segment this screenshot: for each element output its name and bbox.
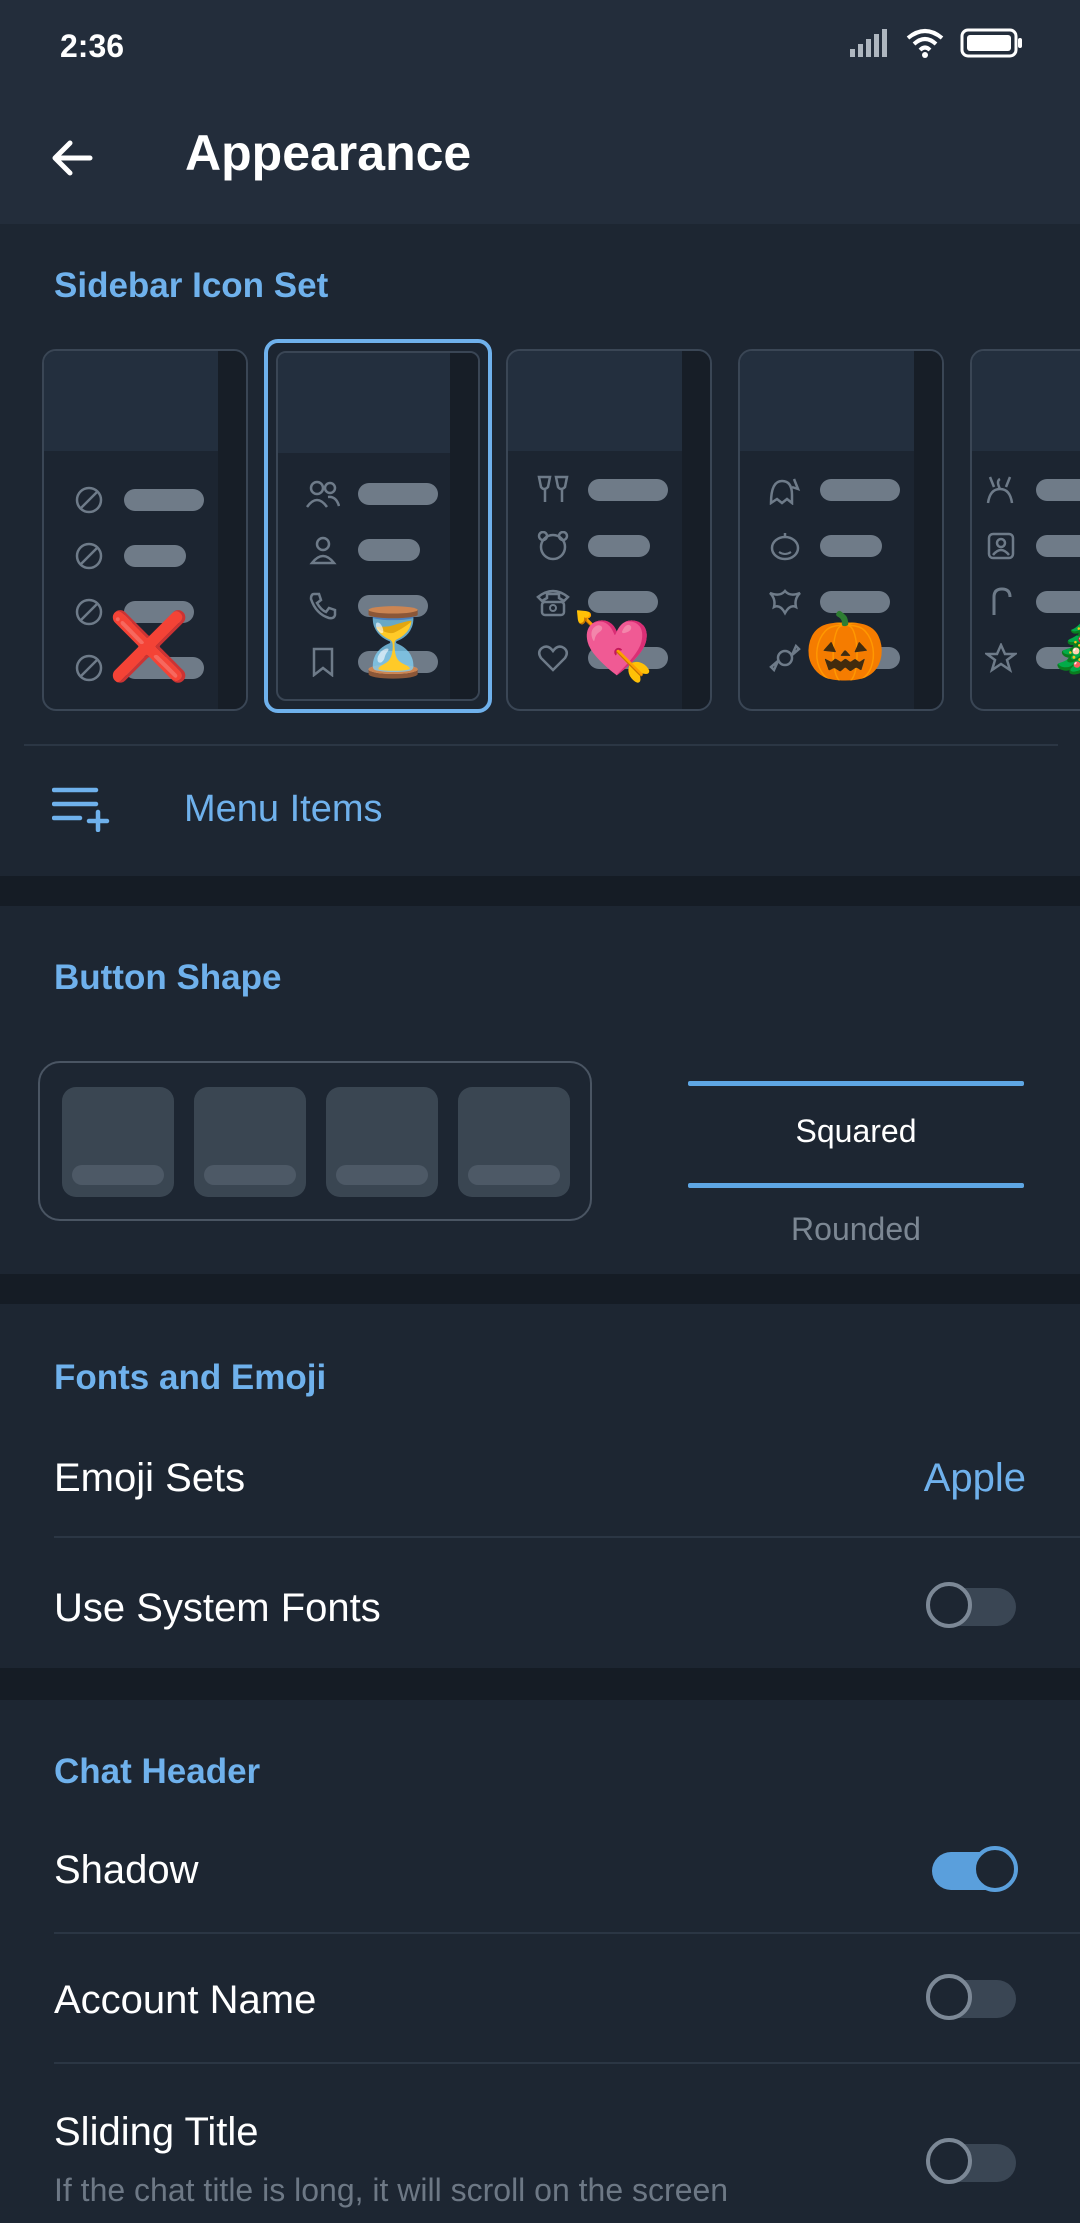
wifi-icon — [906, 28, 944, 63]
account-name-toggle[interactable] — [926, 1974, 1016, 2020]
page-title: Appearance — [185, 125, 472, 181]
emoji-sets-value: Apple — [923, 1456, 1026, 1500]
section-title: Sidebar Icon Set — [54, 266, 329, 305]
account-name-label: Account Name — [54, 1978, 317, 2022]
ghost-icon — [768, 473, 802, 507]
section-title: Chat Header — [54, 1752, 261, 1791]
card-emoji: 🎃 — [804, 609, 887, 683]
section-title: Fonts and Emoji — [54, 1358, 327, 1397]
use-system-fonts-label: Use System Fonts — [54, 1586, 381, 1630]
sliding-title-row[interactable]: Sliding Title If the chat title is long,… — [0, 2064, 1080, 2223]
shadow-toggle[interactable] — [932, 1846, 1018, 1892]
card-emoji: 💘 — [572, 609, 655, 683]
portrait-icon — [984, 529, 1018, 563]
status-bar: 2:36 — [0, 0, 1080, 96]
icon-set-card-default[interactable]: ❌ — [42, 349, 248, 711]
disabled-icon — [72, 651, 106, 685]
button-shape-section: Button Shape Squared Rounded — [0, 906, 1080, 1274]
bear-icon — [536, 529, 570, 563]
menu-items-label: Menu Items — [184, 788, 383, 830]
heart-icon — [536, 641, 570, 675]
shadow-row[interactable]: Shadow — [0, 1804, 1080, 1934]
picker-line-top — [688, 1081, 1024, 1086]
card-emoji: ⏳ — [352, 605, 435, 679]
icon-set-card-hourglass[interactable]: ⏳ — [264, 339, 492, 713]
sliding-title-toggle[interactable] — [926, 2138, 1016, 2184]
section-gap — [0, 1668, 1080, 1700]
status-time: 2:36 — [60, 28, 125, 64]
app-bar: Appearance — [0, 96, 1080, 224]
telephone-icon — [536, 585, 570, 619]
star-icon — [984, 641, 1018, 675]
icon-set-card-christmas[interactable]: 🎄 — [970, 349, 1080, 711]
candy-cane-icon — [984, 585, 1018, 619]
disabled-icon — [72, 595, 106, 629]
sliding-title-description: If the chat title is long, it will scrol… — [54, 2172, 729, 2208]
card-emoji: 🎄 — [1046, 613, 1080, 679]
section-title: Button Shape — [54, 958, 282, 997]
section-gap — [0, 876, 1080, 906]
menu-add-icon — [51, 784, 114, 837]
emoji-sets-row[interactable]: Emoji Sets Apple — [0, 1410, 1080, 1540]
users-icon — [306, 477, 340, 511]
button-shape-preview — [38, 1061, 592, 1221]
candy-icon — [768, 641, 802, 675]
use-system-fonts-toggle[interactable] — [926, 1582, 1016, 1628]
option-rounded[interactable]: Rounded — [688, 1211, 1024, 1248]
back-arrow-icon — [52, 140, 93, 176]
section-gap — [0, 1274, 1080, 1304]
fonts-emoji-section: Fonts and Emoji Emoji Sets Apple Use Sys… — [0, 1304, 1080, 1668]
option-squared[interactable]: Squared — [688, 1113, 1024, 1150]
sidebar-icon-set-section: Sidebar Icon Set ❌ ⏳ 💘 🎃 Menu Items — [0, 224, 1080, 876]
use-system-fonts-row[interactable]: Use System Fonts — [0, 1538, 1080, 1668]
picker-line-bottom — [688, 1183, 1024, 1188]
chat-header-section: Chat Header Shadow Account Name Sliding … — [0, 1700, 1080, 2223]
phone-icon — [306, 589, 340, 623]
back-button[interactable] — [40, 126, 104, 190]
divider — [24, 744, 1058, 746]
account-name-row[interactable]: Account Name — [0, 1934, 1080, 2064]
battery-icon — [960, 28, 1024, 63]
icon-set-carousel[interactable]: ❌ ⏳ 💘 🎃 — [0, 339, 1080, 719]
emoji-sets-label: Emoji Sets — [54, 1456, 246, 1500]
disabled-icon — [72, 483, 106, 517]
sliding-title-label: Sliding Title — [54, 2110, 259, 2154]
glasses-icon — [536, 473, 570, 507]
disabled-icon — [72, 539, 106, 573]
pumpkin-icon — [768, 529, 802, 563]
bookmark-icon — [306, 645, 340, 679]
shadow-label: Shadow — [54, 1848, 199, 1892]
user-icon — [306, 533, 340, 567]
menu-items-row[interactable]: Menu Items — [0, 748, 1080, 876]
status-icons — [850, 28, 1024, 63]
icon-set-card-halloween[interactable]: 🎃 — [738, 349, 944, 711]
reindeer-icon — [984, 473, 1018, 507]
signal-icon — [850, 29, 890, 62]
icon-set-card-valentine[interactable]: 💘 — [506, 349, 712, 711]
card-emoji: ❌ — [108, 609, 191, 683]
bat-icon — [768, 585, 802, 619]
